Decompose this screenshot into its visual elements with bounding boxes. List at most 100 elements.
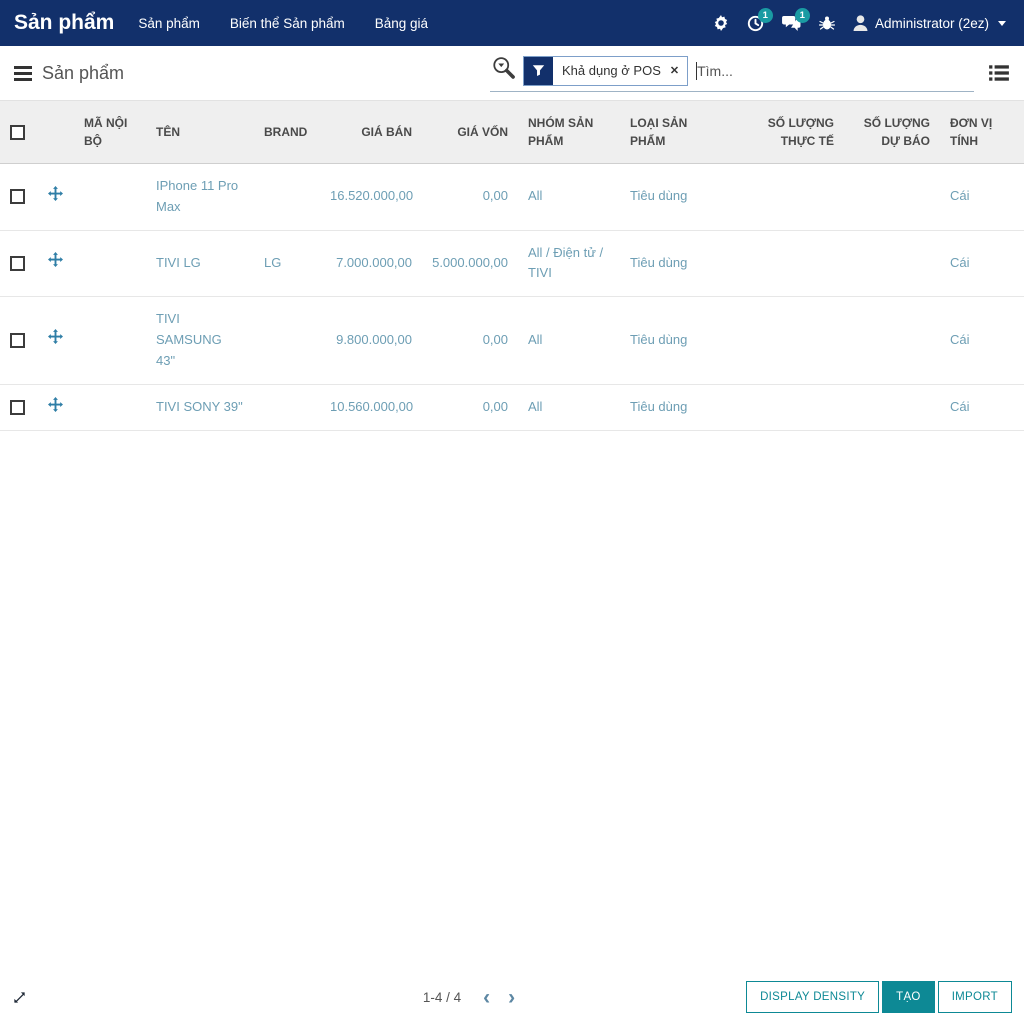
pager: 1-4 / 4 ‹ › [423, 987, 519, 1008]
messages-badge: 1 [795, 8, 810, 24]
product-table-body: IPhone 11 Pro Max 16.520.000,00 0,00 All… [0, 164, 1024, 431]
user-name: Administrator (2ez) [875, 16, 989, 31]
header-sale-price[interactable]: GIÁ BÁN [320, 101, 422, 164]
cell-product-type: Tiêu dùng [620, 384, 732, 431]
breadcrumb: Sản phẩm [42, 63, 124, 84]
header-product-group[interactable]: NHÓM SẢN PHẨM [518, 101, 620, 164]
cell-qty-forecast [844, 297, 940, 384]
header-unit[interactable]: ĐƠN VỊ TÍNH [940, 101, 1024, 164]
chevron-down-icon [998, 21, 1006, 26]
messages-icon[interactable]: 1 [782, 15, 801, 32]
cell-qty-forecast [844, 164, 940, 231]
facet-remove-icon[interactable]: ✕ [668, 57, 687, 85]
user-menu[interactable]: Administrator (2ez) [853, 15, 1006, 31]
select-all-checkbox[interactable] [10, 125, 25, 140]
cell-product-type: Tiêu dùng [620, 230, 732, 297]
menu-item-variants[interactable]: Biến thể Sản phẩm [230, 16, 345, 31]
bug-icon[interactable] [819, 15, 835, 31]
cell-select [0, 297, 38, 384]
header-product-type[interactable]: LOẠI SẢN PHẨM [620, 101, 732, 164]
list-view-icon[interactable] [988, 63, 1010, 83]
cell-handle [38, 297, 74, 384]
drag-handle-icon[interactable] [48, 329, 63, 344]
cell-internal-code [74, 230, 146, 297]
cell-product-group: All [518, 164, 620, 231]
search-zone: Khả dụng ở POS ✕ [490, 55, 1010, 92]
facet-label: Khả dụng ở POS [553, 57, 668, 85]
cell-product-name: TIVI LG [146, 230, 254, 297]
row-checkbox[interactable] [10, 189, 25, 204]
cell-product-name: TIVI SAMSUNG 43" [146, 297, 254, 384]
sidebar-toggle-icon[interactable] [14, 66, 32, 81]
cell-cost: 0,00 [422, 164, 518, 231]
cell-qty-forecast [844, 230, 940, 297]
table-row[interactable]: TIVI LG LG 7.000.000,00 5.000.000,00 All… [0, 230, 1024, 297]
cell-brand: LG [254, 230, 320, 297]
menu-item-pricelists[interactable]: Bảng giá [375, 16, 428, 31]
header-name[interactable]: TÊN [146, 101, 254, 164]
cell-product-name: IPhone 11 Pro Max [146, 164, 254, 231]
footer-bar: 1-4 / 4 ‹ › DISPLAY DENSITY TẠO IMPORT [0, 976, 1024, 1018]
cell-select [0, 230, 38, 297]
header-qty-on-hand[interactable]: SỐ LƯỢNG THỰC TẾ [732, 101, 844, 164]
table-row[interactable]: IPhone 11 Pro Max 16.520.000,00 0,00 All… [0, 164, 1024, 231]
header-qty-forecast[interactable]: SỐ LƯỢNG DỰ BÁO [844, 101, 940, 164]
handle-header [38, 101, 74, 164]
cell-handle [38, 164, 74, 231]
cell-unit: Cái [940, 297, 1024, 384]
activity-badge: 1 [758, 8, 773, 24]
cell-product-group: All [518, 384, 620, 431]
expand-icon[interactable] [12, 990, 27, 1005]
activity-clock-icon[interactable]: 1 [747, 15, 764, 32]
filter-icon [524, 57, 553, 85]
menu-item-products[interactable]: Sản phẩm [138, 16, 200, 31]
create-button[interactable]: TẠO [882, 981, 935, 1013]
cell-unit: Cái [940, 164, 1024, 231]
table-header-row: MÃ NỘI BỘ TÊN BRAND GIÁ BÁN GIÁ VỐN NHÓM… [0, 101, 1024, 164]
cell-sale-price: 16.520.000,00 [320, 164, 422, 231]
select-all-header [0, 101, 38, 164]
table-row[interactable]: TIVI SAMSUNG 43" 9.800.000,00 0,00 All T… [0, 297, 1024, 384]
search-magnifier-icon[interactable] [490, 55, 517, 87]
cell-internal-code [74, 164, 146, 231]
app-menu: Sản phẩm Biến thể Sản phẩm Bảng giá [138, 16, 428, 31]
drag-handle-icon[interactable] [48, 186, 63, 201]
display-density-button[interactable]: DISPLAY DENSITY [746, 981, 879, 1013]
drag-handle-icon[interactable] [48, 397, 63, 412]
pager-prev-icon[interactable]: ‹ [479, 987, 494, 1008]
cell-product-name: TIVI SONY 39" [146, 384, 254, 431]
cell-qty-on-hand [732, 384, 844, 431]
footer-buttons: DISPLAY DENSITY TẠO IMPORT [746, 981, 1012, 1013]
header-cost[interactable]: GIÁ VỐN [422, 101, 518, 164]
cell-qty-on-hand [732, 164, 844, 231]
cell-internal-code [74, 384, 146, 431]
cell-qty-on-hand [732, 230, 844, 297]
top-navbar: Sản phẩm Sản phẩm Biến thể Sản phẩm Bảng… [0, 0, 1024, 46]
row-checkbox[interactable] [10, 400, 25, 415]
cell-brand [254, 384, 320, 431]
row-checkbox[interactable] [10, 256, 25, 271]
drag-handle-icon[interactable] [48, 252, 63, 267]
import-button[interactable]: IMPORT [938, 981, 1012, 1013]
cell-product-group: All / Điện tử / TIVI [518, 230, 620, 297]
cell-qty-on-hand [732, 297, 844, 384]
search-facet: Khả dụng ở POS ✕ [523, 56, 688, 86]
cell-sale-price: 10.560.000,00 [320, 384, 422, 431]
cell-unit: Cái [940, 230, 1024, 297]
cell-brand [254, 297, 320, 384]
settings-gear-icon[interactable] [713, 15, 729, 31]
cell-cost: 0,00 [422, 297, 518, 384]
pager-next-icon[interactable]: › [504, 987, 519, 1008]
row-checkbox[interactable] [10, 333, 25, 348]
cell-product-type: Tiêu dùng [620, 164, 732, 231]
pager-range: 1-4 / 4 [423, 990, 461, 1005]
app-name[interactable]: Sản phẩm [10, 11, 124, 35]
table-row[interactable]: TIVI SONY 39" 10.560.000,00 0,00 All Tiê… [0, 384, 1024, 431]
header-internal-code[interactable]: MÃ NỘI BỘ [74, 101, 146, 164]
cell-handle [38, 230, 74, 297]
cell-product-group: All [518, 297, 620, 384]
avatar-icon [853, 15, 868, 31]
search-input[interactable] [697, 63, 974, 79]
navbar-right: 1 1 Administrator (2ez) [713, 15, 1014, 32]
header-brand[interactable]: BRAND [254, 101, 320, 164]
